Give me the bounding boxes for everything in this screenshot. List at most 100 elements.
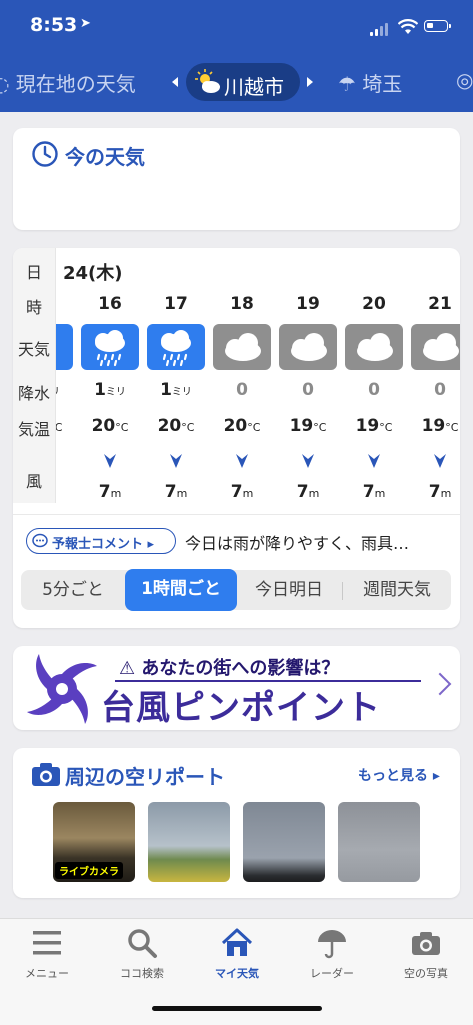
wind-direction-icon — [236, 454, 248, 468]
status-time: 8:53 — [30, 14, 78, 36]
tab-my-weather[interactable]: マイ天気 — [190, 919, 284, 989]
rain-icon — [81, 324, 139, 370]
hourly-grid[interactable]: 15 1ミリ 20°C 7m 16 1ミリ 20°C 7m 17 1ミリ 20°C 7m 18 0… — [55, 248, 460, 503]
current-location-label: 川越市 — [224, 75, 284, 99]
row-label-temp: 気温 — [17, 420, 50, 439]
location-tab-current-position[interactable]: ◌ 現在地の天気 — [0, 68, 136, 97]
location-label-saitama: 埼玉 — [362, 72, 403, 96]
temp-value: 20°C — [223, 416, 261, 436]
live-camera-label: ライブカメラ — [55, 862, 123, 879]
camera-icon — [412, 932, 440, 955]
sky-photo[interactable] — [243, 802, 325, 882]
tab-radar[interactable]: レーダー — [285, 919, 379, 989]
wind-speed: 7m — [428, 482, 452, 502]
tab-menu-label: メニュー — [25, 967, 69, 980]
tab-5min[interactable]: 5分ごと — [21, 570, 125, 610]
wifi-icon — [398, 19, 418, 34]
sky-photo[interactable] — [338, 802, 420, 882]
precip-value: 1ミリ — [160, 380, 192, 400]
temp-value: 19°C — [355, 416, 393, 436]
tab-sky-photos[interactable]: 空の写真 — [379, 919, 473, 989]
row-label-precip: 降水 — [17, 384, 50, 403]
umbrella-radar-icon — [318, 930, 346, 959]
tab-radar-label: レーダー — [310, 967, 354, 980]
location-tab-saitama[interactable]: ☂ 埼玉 — [338, 68, 402, 97]
tab-my-weather-label: マイ天気 — [215, 967, 259, 980]
temp-value: 20°C — [157, 416, 195, 436]
precip-value: 0 — [368, 380, 380, 400]
current-weather-card[interactable]: 今の天気 — [13, 128, 460, 230]
chevron-right-icon — [428, 672, 452, 696]
hour-label: 16 — [98, 294, 122, 314]
location-tab-kawagoe[interactable]: 川越市 — [186, 63, 300, 101]
hour-label: 15 — [55, 294, 77, 314]
hour-column: 19 0 19°C 7m — [275, 248, 341, 503]
tab-sky-photos-label: 空の写真 — [404, 967, 448, 980]
hour-label: 17 — [164, 294, 188, 314]
forecast-interval-selector[interactable]: 5分ごと 1時間ごと 今日明日 週間天気 — [21, 569, 451, 611]
precip-value: 0 — [434, 380, 446, 400]
hourly-forecast-card: 日 時 天気 降水 気温 風 24(木) 15 1ミリ 20°C 7m 161ミ… — [13, 248, 460, 628]
tab-today-tomorrow[interactable]: 今日明日 — [237, 570, 341, 610]
hour-column: 20 0 19°C 7m — [341, 248, 407, 503]
tab-search-label: ココ検索 — [120, 967, 164, 980]
rain-icon — [147, 324, 205, 370]
battery-icon — [424, 20, 451, 32]
banner-question: ⚠ あなたの街への影響は？ — [119, 658, 340, 679]
menu-icon — [33, 931, 61, 955]
wind-direction-icon — [302, 454, 314, 468]
wind-direction-icon — [170, 454, 182, 468]
forecaster-comment-button[interactable]: 予報士コメント ▸ — [26, 528, 176, 554]
speech-bubble-icon — [32, 533, 48, 548]
tab-weekly[interactable]: 週間天気 — [343, 570, 451, 610]
wind-speed: 7m — [164, 482, 188, 502]
status-bar: 8:53 ➤ — [0, 0, 473, 52]
precip-value: 1ミリ — [55, 380, 77, 400]
hour-column: 16 1ミリ 20°C 7m — [77, 248, 143, 503]
hour-column: 21 0 19°C 7m — [407, 248, 460, 503]
wind-speed: 7m — [230, 482, 254, 502]
typhoon-pinpoint-banner[interactable]: ⚠ あなたの街への影響は？ 台風ピンポイント — [13, 646, 460, 730]
see-more-link[interactable]: もっと見る ▸ — [358, 765, 440, 785]
wind-speed: 7m — [55, 482, 77, 502]
rain-tile-icon — [55, 324, 73, 370]
hour-label: 20 — [362, 294, 386, 314]
sky-report-title: 周辺の空リポート — [65, 765, 225, 789]
wind-direction-icon — [104, 454, 116, 468]
sun-cloud-icon — [195, 69, 220, 93]
home-icon — [221, 928, 253, 956]
temp-value: 19°C — [289, 416, 327, 436]
location-selector[interactable]: ◌ 現在地の天気 川越市 ☂ 埼玉 ◎ — [0, 52, 473, 112]
cellular-signal-icon — [370, 22, 390, 36]
forecaster-comment-text[interactable]: 今日は雨が降りやすく、雨具… — [185, 530, 450, 554]
search-icon — [128, 929, 157, 958]
tab-search[interactable]: ココ検索 — [95, 919, 189, 989]
cloudy-icon — [279, 324, 337, 370]
hour-label: 18 — [230, 294, 254, 314]
current-weather-title: 今の天気 — [65, 145, 145, 169]
hour-label: 21 — [428, 294, 452, 314]
forecaster-comment-label: 予報士コメント ▸ — [52, 537, 155, 552]
typhoon-partial-icon[interactable]: ◎ — [456, 68, 473, 92]
prev-location-arrow-icon[interactable] — [172, 77, 178, 87]
sky-photo-live-camera[interactable]: ライブカメラ — [53, 802, 135, 882]
clock-icon — [32, 141, 58, 167]
sky-photo[interactable] — [148, 802, 230, 882]
typhoon-icon — [27, 654, 97, 724]
wind-direction-icon — [434, 454, 446, 468]
forecaster-comment-row[interactable]: 予報士コメント ▸ 今日は雨が降りやすく、雨具… — [13, 514, 460, 567]
temp-value: 19°C — [421, 416, 459, 436]
camera-icon — [32, 763, 60, 786]
sky-report-card: 周辺の空リポート もっと見る ▸ ライブカメラ — [13, 748, 460, 898]
wind-speed: 7m — [296, 482, 320, 502]
hour-column: 17 1ミリ 20°C 7m — [143, 248, 209, 503]
tab-menu[interactable]: メニュー — [0, 919, 94, 989]
cloudy-icon — [411, 324, 460, 370]
row-label-weather: 天気 — [17, 340, 50, 359]
cloudy-icon — [213, 324, 271, 370]
next-location-arrow-icon[interactable] — [307, 77, 313, 87]
row-label-date: 日 — [25, 263, 42, 282]
precip-value: 0 — [302, 380, 314, 400]
wind-speed: 7m — [362, 482, 386, 502]
tab-hourly[interactable]: 1時間ごと — [125, 569, 237, 611]
